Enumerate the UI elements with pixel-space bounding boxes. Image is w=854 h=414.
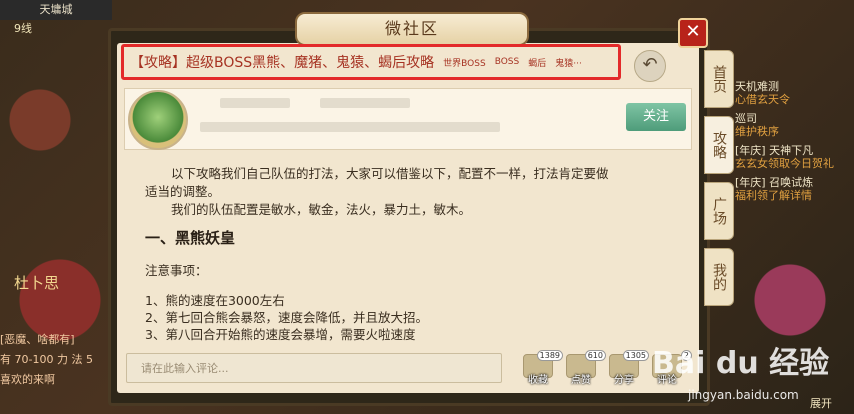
tag[interactable]: 鬼猿··· [555,56,582,69]
like-count: 610 [584,350,606,361]
section-title: 一、黑熊妖皇 [145,229,236,247]
post-headline: 【攻略】超级BOSS黑熊、魔猪、鬼猿、蝎后攻略 世界BOSS BOSS 蝎后 鬼… [121,44,621,80]
note-item: 3、第八回合开始熊的速度会暴增，需要火啦速度 [145,327,416,342]
chat-line: 喜欢的来啊 [0,373,55,386]
tab-mine[interactable]: 我的 [704,248,734,306]
headline-text: 【攻略】超级BOSS黑熊、魔猪、鬼猿、蝎后攻略 [130,55,435,71]
left-chat-box: [恶魔、啥都有] 有 70-100 力 法 5 喜欢的来啊 [0,330,110,390]
tag[interactable]: 世界BOSS [443,56,486,69]
redacted-name [320,98,410,108]
favorite-button[interactable]: 1389 收藏 [519,350,563,386]
tag[interactable]: BOSS [495,57,520,67]
note-item: 2、第七回合熊会暴怒，速度会降低，并且放大招。 [145,310,428,325]
tab-square[interactable]: 广场 [704,182,734,240]
redacted-name [220,98,290,108]
back-arrow-icon[interactable]: ↶ [634,50,666,82]
side-tab-bar: 首页 攻略 广场 我的 [704,50,734,314]
notes-title: 注意事项： [145,263,208,278]
expand-button[interactable]: 展开 [810,395,832,411]
favorite-count: 1389 [536,350,563,361]
close-button[interactable]: ✕ [678,18,708,48]
chat-line: 有 70-100 力 法 5 [0,353,93,366]
note-item: 1、熊的速度在3000左右 [145,293,285,308]
npc-name: 杜卜思 [14,274,60,292]
avatar[interactable] [128,90,188,150]
tab-home[interactable]: 首页 [704,50,734,108]
follow-button[interactable]: 关注 [626,103,686,131]
quest-item[interactable]: 天机难测 心借玄天令 [735,80,854,106]
watermark-logo: Bai du 经验 [652,346,830,381]
post-paragraph: 我们的队伍配置是敏水，敏金，法火，暴力土，敏木。 [171,202,472,217]
chat-line: [恶魔、啥都有] [0,333,75,346]
server-line-label: 9线 [14,22,32,35]
watermark-url: jingyan.baidu.com [688,388,799,402]
quest-item[interactable]: 巡司 维护秩序 [735,112,854,138]
tab-guides[interactable]: 攻略 [704,116,734,174]
tag[interactable]: 蝎后 [528,56,546,69]
quest-item[interactable]: [年庆] 天神下凡 玄玄女领取今日贺礼 [735,144,854,170]
share-count: 1305 [622,350,649,361]
favorite-label: 收藏 [528,375,548,386]
redacted-info [200,122,500,132]
quest-item[interactable]: [年庆] 召唤试炼 福利领了解详情 [735,176,854,202]
dialog-title: 微社区 [295,12,529,46]
like-label: 点赞 [571,375,591,386]
location-label: 天墉城 [0,0,112,20]
share-label: 分享 [614,375,634,386]
post-paragraph: 以下攻略我们自己队伍的打法，大家可以借鉴以下，配置不一样，打法肯定要做适当的调整… [145,166,609,199]
comment-input[interactable]: 请在此输入评论... [126,353,502,383]
quest-tracker: 天机难测 心借玄天令 巡司 维护秩序 [年庆] 天神下凡 玄玄女领取今日贺礼 [年庆]… [735,80,854,208]
share-button[interactable]: 1305 分享 [605,350,649,386]
like-button[interactable]: 610 点赞 [562,350,606,386]
